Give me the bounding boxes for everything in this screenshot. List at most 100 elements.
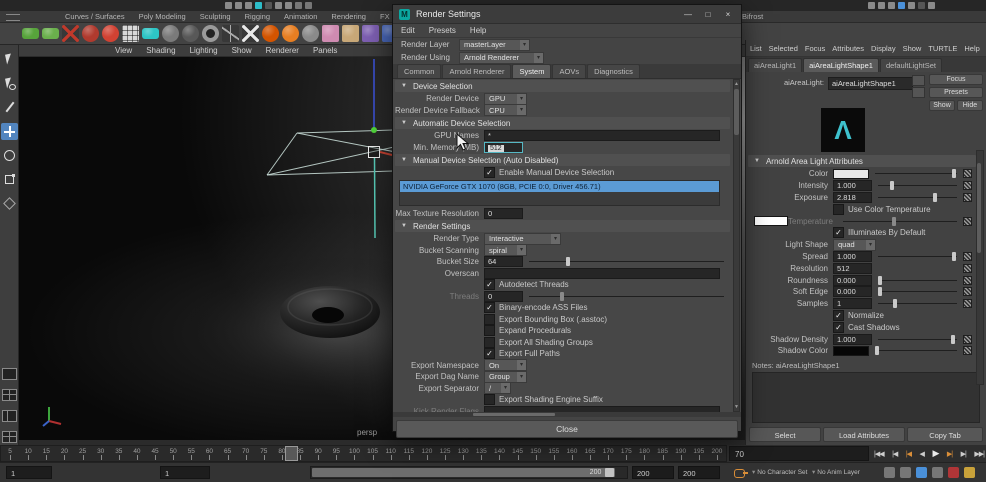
playback-end-field[interactable]: 200 xyxy=(632,466,674,479)
ae-menu-selected[interactable]: Selected xyxy=(769,44,798,53)
viewport-menu-lighting[interactable]: Lighting xyxy=(190,46,218,55)
shelf-tab-poly-modeling[interactable]: Poly Modeling xyxy=(132,11,193,22)
minimize-button[interactable]: — xyxy=(683,10,693,19)
timeline-tick-125[interactable]: 125 xyxy=(436,446,454,461)
dropdown-render-device-fallback[interactable]: CPU ▾ xyxy=(484,104,527,117)
field-gpu-names[interactable]: * xyxy=(484,130,720,142)
checkbox-enable-manual-device-selection[interactable]: ✓ xyxy=(484,167,495,179)
viewport-menu-view[interactable]: View xyxy=(115,46,132,55)
mute-icon[interactable] xyxy=(932,467,943,478)
texture-map-button[interactable] xyxy=(963,287,972,297)
section-header-manual-device-selection-auto-disabled[interactable]: ▼ Manual Device Selection (Auto Disabled) xyxy=(395,154,730,166)
timeline-tick-90[interactable]: 90 xyxy=(309,446,327,461)
close-button[interactable]: × xyxy=(723,10,733,19)
slider-handle[interactable] xyxy=(892,216,897,226)
field-threads[interactable]: 0 xyxy=(484,290,523,302)
play-forward-button[interactable]: ▶ xyxy=(932,448,939,459)
viewport-menu-renderer[interactable]: Renderer xyxy=(266,46,299,55)
render-icon[interactable] xyxy=(295,2,302,9)
texture-map-button[interactable] xyxy=(963,169,972,179)
dialog-menu-edit[interactable]: Edit xyxy=(401,26,415,35)
checkbox-export-all-shading-groups[interactable] xyxy=(484,336,495,348)
slider-handle[interactable] xyxy=(951,169,956,179)
set-key-icon[interactable] xyxy=(734,469,748,478)
render-layer-dropdown[interactable]: masterLayer ▾ xyxy=(459,38,530,51)
load-attributes-button[interactable]: Load Attributes xyxy=(823,427,905,442)
presets-button[interactable]: Presets xyxy=(929,87,983,98)
step-back-frame-button[interactable]: |◀ xyxy=(892,450,898,458)
ae-tab-defaultlightset[interactable]: defaultLightSet xyxy=(879,58,942,72)
current-frame-field[interactable]: 70 xyxy=(729,446,869,461)
checkbox-export-shading-engine-suffix[interactable] xyxy=(484,394,495,406)
dialog-menu-help[interactable]: Help xyxy=(470,26,486,35)
layout-four-pane[interactable] xyxy=(1,389,17,401)
timeline-tick-105[interactable]: 105 xyxy=(364,446,382,461)
timeline-tick-170[interactable]: 170 xyxy=(599,446,617,461)
scrollbar-thumb[interactable] xyxy=(977,163,981,253)
playback-options-icon[interactable] xyxy=(884,467,895,478)
checkbox-illuminates-by-default[interactable]: ✓ xyxy=(833,227,844,239)
texture-map-button[interactable] xyxy=(963,263,972,273)
timeline-tick-35[interactable]: 35 xyxy=(110,446,128,461)
timeline-tick-115[interactable]: 115 xyxy=(400,446,418,461)
texture-map-button[interactable] xyxy=(963,216,972,226)
range-handle[interactable] xyxy=(605,468,615,477)
slider[interactable] xyxy=(529,257,724,267)
color-swatch-shadow-color[interactable] xyxy=(833,345,869,356)
modeling-toolkit-icon[interactable] xyxy=(908,2,915,9)
slider-handle[interactable] xyxy=(893,299,898,309)
animation-end-field[interactable]: 200 xyxy=(678,466,720,479)
shelf-tab-rendering[interactable]: Rendering xyxy=(324,11,373,22)
rotate-tool[interactable] xyxy=(1,147,18,164)
checkbox-export-full-paths[interactable]: ✓ xyxy=(484,348,495,360)
slider[interactable] xyxy=(878,181,957,191)
field-samples[interactable]: 1 xyxy=(833,298,872,310)
field-max-texture-resolution[interactable]: 0 xyxy=(484,207,523,219)
section-header-arnold-area-light-attributes[interactable]: ▼ Arnold Area Light Attributes xyxy=(748,155,976,167)
horizontal-scrollbar[interactable] xyxy=(393,412,741,417)
scrollbar-thumb[interactable] xyxy=(734,89,739,135)
ipr-render-icon[interactable] xyxy=(305,2,312,9)
texture-map-button[interactable] xyxy=(963,334,972,344)
ae-tab-aiarealightshape1[interactable]: aiAreaLightShape1 xyxy=(803,58,879,72)
close-button[interactable]: Close xyxy=(396,420,738,438)
section-header-device-selection[interactable]: ▼ Device Selection xyxy=(395,80,730,92)
viewport-menu-show[interactable]: Show xyxy=(232,46,252,55)
timeline-tick-15[interactable]: 15 xyxy=(37,446,55,461)
scrollbar-thumb[interactable] xyxy=(473,413,555,416)
texture-map-button[interactable] xyxy=(963,251,972,261)
node-name-field[interactable]: aiAreaLightShape1 xyxy=(828,77,913,90)
last-tool-used[interactable] xyxy=(1,195,18,212)
ae-menu-display[interactable]: Display xyxy=(871,44,896,53)
timeline-tick-135[interactable]: 135 xyxy=(472,446,490,461)
timeline-tick-45[interactable]: 45 xyxy=(146,446,164,461)
texture-map-button[interactable] xyxy=(963,181,972,191)
timeline-tick-70[interactable]: 70 xyxy=(237,446,255,461)
animation-preferences-icon[interactable] xyxy=(964,467,975,478)
scroll-up-icon[interactable]: ▲ xyxy=(734,80,739,88)
time-slider[interactable]: 5 10 15 20 25 30 35 40 45 50 55 60 65 70 75 80 85 90 95 100… xyxy=(0,445,727,462)
timeline-tick-195[interactable]: 195 xyxy=(690,446,708,461)
scale-tool[interactable] xyxy=(1,171,18,188)
dropdown-render-device[interactable]: GPU ▾ xyxy=(484,92,527,105)
texture-map-button[interactable] xyxy=(963,275,972,285)
tab-system[interactable]: System xyxy=(512,64,552,78)
timeline-tick-20[interactable]: 20 xyxy=(55,446,73,461)
vertical-scrollbar[interactable]: ▲ ▼ xyxy=(733,79,740,412)
shelf-pencil-cross-icon[interactable] xyxy=(242,25,259,42)
step-forward-key-button[interactable]: ▶| xyxy=(947,450,953,458)
timeline-tick-40[interactable]: 40 xyxy=(128,446,146,461)
gpu-list-item[interactable]: NVIDIA GeForce GTX 1070 (8GB, PCIE 0:0, … xyxy=(400,180,719,192)
shelf-tan-swatch-icon[interactable] xyxy=(342,25,359,42)
timeline-playhead[interactable] xyxy=(285,446,298,461)
shelf-render-flat-icon[interactable] xyxy=(22,28,39,39)
field-exposure[interactable]: 2.818 xyxy=(833,191,872,203)
auto-keyframe-icon[interactable] xyxy=(948,467,959,478)
tab-arnold-renderer[interactable]: Arnold Renderer xyxy=(442,64,512,78)
slider[interactable] xyxy=(878,251,957,261)
field-soft-edge[interactable]: 0.000 xyxy=(833,286,872,298)
field-roundness[interactable]: 0.000 xyxy=(833,274,872,286)
timeline-tick-200[interactable]: 200 xyxy=(708,446,726,461)
shelf-ring-icon[interactable] xyxy=(202,25,219,42)
layout-single-pane[interactable] xyxy=(1,368,17,380)
